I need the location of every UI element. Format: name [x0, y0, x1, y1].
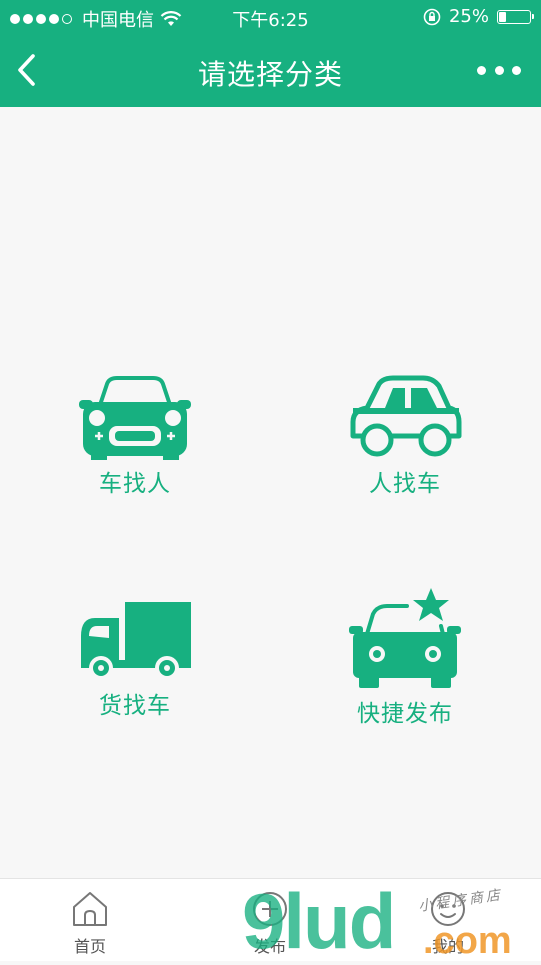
category-label: 快捷发布	[357, 701, 453, 727]
car-star-icon	[349, 588, 461, 688]
battery-fill	[499, 11, 507, 22]
category-label: 车找人	[99, 471, 171, 497]
category-label: 货找车	[99, 693, 171, 719]
category-passenger-seeks-car[interactable]: 人找车	[315, 374, 495, 498]
more-button[interactable]	[477, 60, 521, 80]
tab-label: 首页	[73, 937, 106, 956]
battery-percent: 25%	[448, 6, 489, 27]
tab-profile[interactable]: 我的	[388, 879, 508, 961]
home-icon	[73, 892, 107, 926]
category-label: 人找车	[369, 471, 441, 497]
tab-home[interactable]: 首页	[30, 879, 150, 961]
page-title: 请选择分类	[197, 58, 343, 91]
publish-icon	[253, 892, 287, 926]
status-bar: 中国电信 下午6:25 25%	[0, 0, 541, 36]
status-right: 25%	[423, 6, 534, 27]
navbar: 请选择分类	[0, 36, 541, 107]
category-cargo-seeks-car[interactable]: 货找车	[45, 600, 225, 720]
category-car-seeks-passenger[interactable]: 车找人	[45, 374, 225, 498]
tab-publish[interactable]: 发布	[210, 879, 330, 961]
truck-icon	[81, 602, 191, 680]
header: 中国电信 下午6:25 25% 请选择分类	[0, 0, 541, 107]
rotation-lock-icon	[423, 8, 441, 25]
car-side-icon	[350, 375, 462, 457]
tab-bar: 首页 发布 我的	[0, 878, 541, 961]
tab-label: 发布	[253, 937, 286, 956]
profile-icon	[431, 892, 465, 926]
tab-label: 我的	[431, 937, 464, 956]
battery-icon	[497, 9, 534, 24]
category-quick-publish[interactable]: 快捷发布	[315, 586, 495, 728]
car-front-icon	[79, 376, 191, 460]
more-dots-icon	[477, 65, 486, 75]
